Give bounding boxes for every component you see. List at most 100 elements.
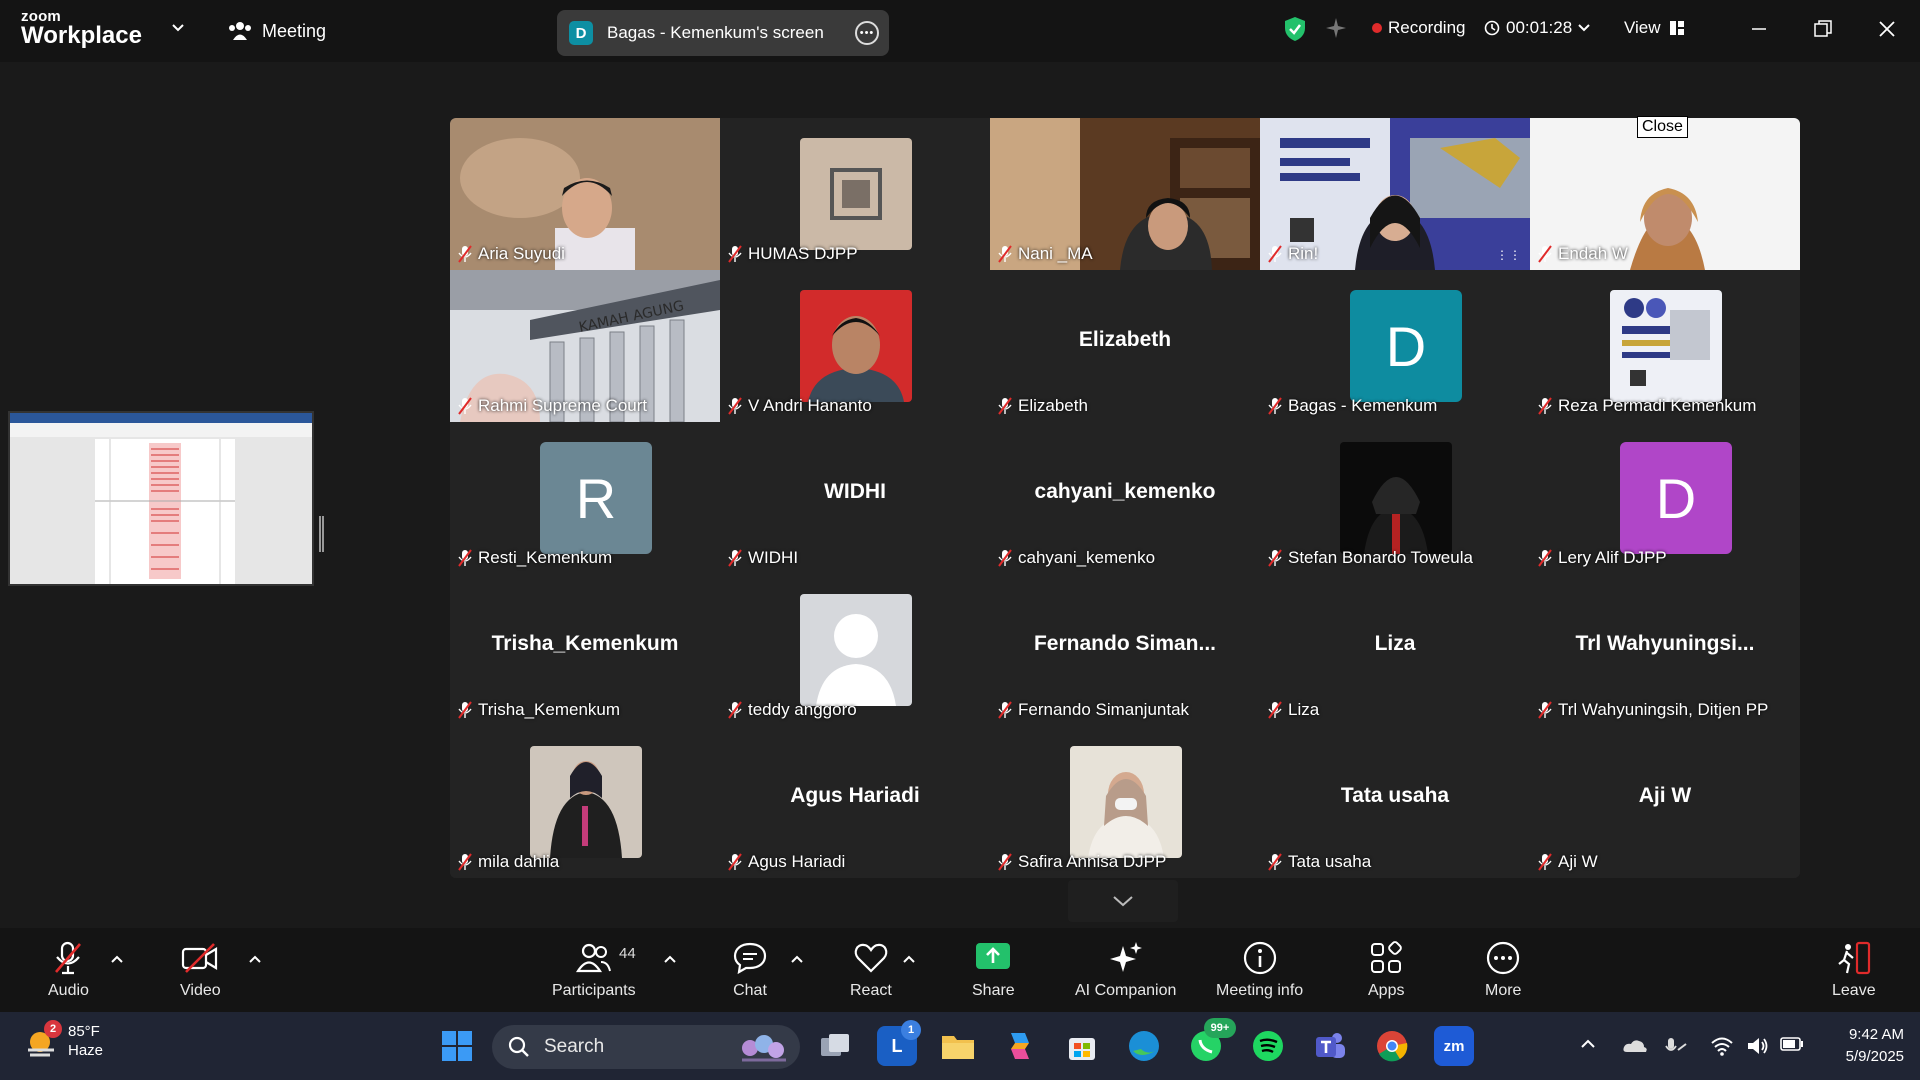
close-button[interactable] xyxy=(1872,14,1902,44)
participant-tile[interactable]: WIDHI WIDHI xyxy=(720,422,990,574)
volume-icon[interactable] xyxy=(1746,1036,1770,1056)
participant-avatar: D xyxy=(1620,442,1732,554)
participant-name-label: Trl Wahyuningsih, Ditjen PP xyxy=(1538,700,1768,720)
weather-widget[interactable]: 2 85°F Haze xyxy=(24,1020,104,1060)
participant-tile[interactable]: Trisha_Kemenkum Trisha_Kemenkum xyxy=(450,574,720,726)
participant-display-name: Fernando Siman... xyxy=(1033,632,1217,655)
participant-name-label: Lery Alif DJPP xyxy=(1538,548,1667,568)
meeting-timer[interactable]: 00:01:28 xyxy=(1484,18,1590,38)
participant-name-label: Reza Permadi Kemenkum xyxy=(1538,396,1756,416)
tile-options-icon[interactable]: ⋮⋮ xyxy=(1496,248,1522,262)
mic-muted-icon xyxy=(1538,245,1552,263)
zoom-taskbar-icon[interactable]: zm xyxy=(1434,1026,1474,1066)
task-view-icon[interactable] xyxy=(815,1026,855,1066)
file-explorer-icon[interactable] xyxy=(938,1026,978,1066)
chat-options-caret-icon[interactable] xyxy=(790,952,804,966)
copilot-icon[interactable] xyxy=(1000,1026,1040,1066)
react-button[interactable]: React xyxy=(850,938,892,1000)
mic-muted-icon xyxy=(728,397,742,415)
meeting-tab[interactable]: Meeting xyxy=(228,20,326,42)
share-label: Share xyxy=(972,982,1015,999)
participant-tile[interactable]: Safira Annisa DJPP xyxy=(990,726,1260,878)
shared-screen-thumbnail[interactable] xyxy=(8,411,314,586)
participant-name: Stefan Bonardo Toweula xyxy=(1288,548,1473,567)
mic-in-use-icon[interactable] xyxy=(1664,1036,1688,1058)
participant-tile[interactable]: KAMAH AGUNG Rahmi Supreme Court xyxy=(450,270,720,422)
participant-name: Reza Permadi Kemenkum xyxy=(1558,396,1757,415)
share-button[interactable]: Share xyxy=(972,938,1015,1000)
participant-tile[interactable]: cahyani_kemenko cahyani_kemenko xyxy=(990,422,1260,574)
participant-tile[interactable]: Tata usaha Tata usaha xyxy=(1260,726,1530,878)
audio-options-caret-icon[interactable] xyxy=(110,952,124,966)
teams-icon[interactable] xyxy=(1310,1026,1350,1066)
video-options-caret-icon[interactable] xyxy=(248,952,262,966)
share-indicator[interactable]: D Bagas - Kemenkum's screen ••• xyxy=(557,10,889,56)
participant-tile[interactable]: Stefan Bonardo Toweula xyxy=(1260,422,1530,574)
participant-name-label: Resti_Kemenkum xyxy=(458,548,612,568)
weather-condition: Haze xyxy=(68,1042,104,1059)
ai-companion-button[interactable]: AI Companion xyxy=(1075,938,1176,1000)
mic-muted-icon xyxy=(728,549,742,567)
participant-name-label: WIDHI xyxy=(728,548,798,568)
audio-button[interactable]: Audio xyxy=(48,938,89,1000)
chrome-icon[interactable] xyxy=(1372,1026,1412,1066)
wifi-icon[interactable] xyxy=(1710,1036,1734,1056)
clock-icon xyxy=(1484,20,1500,36)
participant-tile[interactable]: Aji W Aji W xyxy=(1530,726,1800,878)
lync-app-icon[interactable]: L1 xyxy=(877,1020,921,1066)
participant-tile[interactable]: Aria Suyudi xyxy=(450,118,720,270)
chevron-down-icon[interactable] xyxy=(172,22,184,34)
scroll-down-button[interactable] xyxy=(1068,880,1178,922)
participant-name: Agus Hariadi xyxy=(748,852,846,871)
participant-tile[interactable]: D Lery Alif DJPP xyxy=(1530,422,1800,574)
shield-icon[interactable] xyxy=(1283,16,1307,42)
participant-tile[interactable]: V Andri Hananto xyxy=(720,270,990,422)
participant-tile[interactable]: Rin! ⋮⋮ xyxy=(1260,118,1530,270)
participant-tile[interactable]: Reza Permadi Kemenkum xyxy=(1530,270,1800,422)
participant-tile[interactable]: R Resti_Kemenkum xyxy=(450,422,720,574)
participant-tile[interactable]: Endah W xyxy=(1530,118,1800,270)
edge-browser-icon[interactable] xyxy=(1124,1026,1164,1066)
participant-tile[interactable]: Trl Wahyuningsi... Trl Wahyuningsih, Ditj… xyxy=(1530,574,1800,726)
more-label: More xyxy=(1485,982,1522,999)
view-menu[interactable]: View xyxy=(1624,18,1685,38)
react-options-caret-icon[interactable] xyxy=(902,952,916,966)
ai-sparkle-icon[interactable] xyxy=(1324,16,1348,40)
participant-tile[interactable]: teddy anggoro xyxy=(720,574,990,726)
apps-button[interactable]: Apps xyxy=(1368,938,1404,1000)
apps-label: Apps xyxy=(1368,982,1405,999)
participant-tile[interactable]: Fernando Siman... Fernando Simanjuntak xyxy=(990,574,1260,726)
onedrive-icon[interactable] xyxy=(1622,1036,1648,1056)
spotify-icon[interactable] xyxy=(1248,1026,1288,1066)
ms-store-icon[interactable] xyxy=(1062,1026,1102,1066)
taskbar-search[interactable]: Search xyxy=(492,1025,800,1069)
participant-tile[interactable]: Agus Hariadi Agus Hariadi xyxy=(720,726,990,878)
battery-icon[interactable] xyxy=(1780,1036,1804,1052)
chat-button[interactable]: Chat xyxy=(732,938,768,1000)
restore-button[interactable] xyxy=(1808,14,1838,44)
video-button[interactable]: Video xyxy=(180,938,221,1000)
participant-display-name: Agus Hariadi xyxy=(790,784,920,807)
chevron-down-icon xyxy=(1113,896,1133,907)
more-options-icon[interactable]: ••• xyxy=(855,21,879,45)
participant-name: Lery Alif DJPP xyxy=(1558,548,1667,567)
participant-tile[interactable]: Liza Liza xyxy=(1260,574,1530,726)
participant-tile[interactable]: Elizabeth Elizabeth xyxy=(990,270,1260,422)
whatsapp-icon[interactable]: 99+ xyxy=(1186,1018,1236,1066)
leave-label: Leave xyxy=(1832,982,1876,999)
recording-status[interactable]: Recording xyxy=(1372,18,1466,38)
participant-tile[interactable]: mila dahlia xyxy=(450,726,720,878)
system-clock[interactable]: 9:42 AM 5/9/2025 xyxy=(1820,1024,1904,1068)
more-button[interactable]: More xyxy=(1485,938,1521,1000)
start-button[interactable] xyxy=(437,1026,477,1066)
participant-name: Liza xyxy=(1288,700,1320,719)
show-hidden-icons-icon[interactable] xyxy=(1580,1036,1596,1052)
participant-tile[interactable]: D Bagas - Kemenkum xyxy=(1260,270,1530,422)
minimize-button[interactable] xyxy=(1744,14,1774,44)
thumbnail-resize-handle[interactable] xyxy=(319,516,324,552)
meeting-info-button[interactable]: Meeting info xyxy=(1216,938,1303,1000)
leave-button[interactable]: Leave xyxy=(1832,938,1876,1000)
participant-tile[interactable]: HUMAS DJPP xyxy=(720,118,990,270)
participant-tile[interactable]: Nani _MA xyxy=(990,118,1260,270)
participants-options-caret-icon[interactable] xyxy=(663,952,677,966)
